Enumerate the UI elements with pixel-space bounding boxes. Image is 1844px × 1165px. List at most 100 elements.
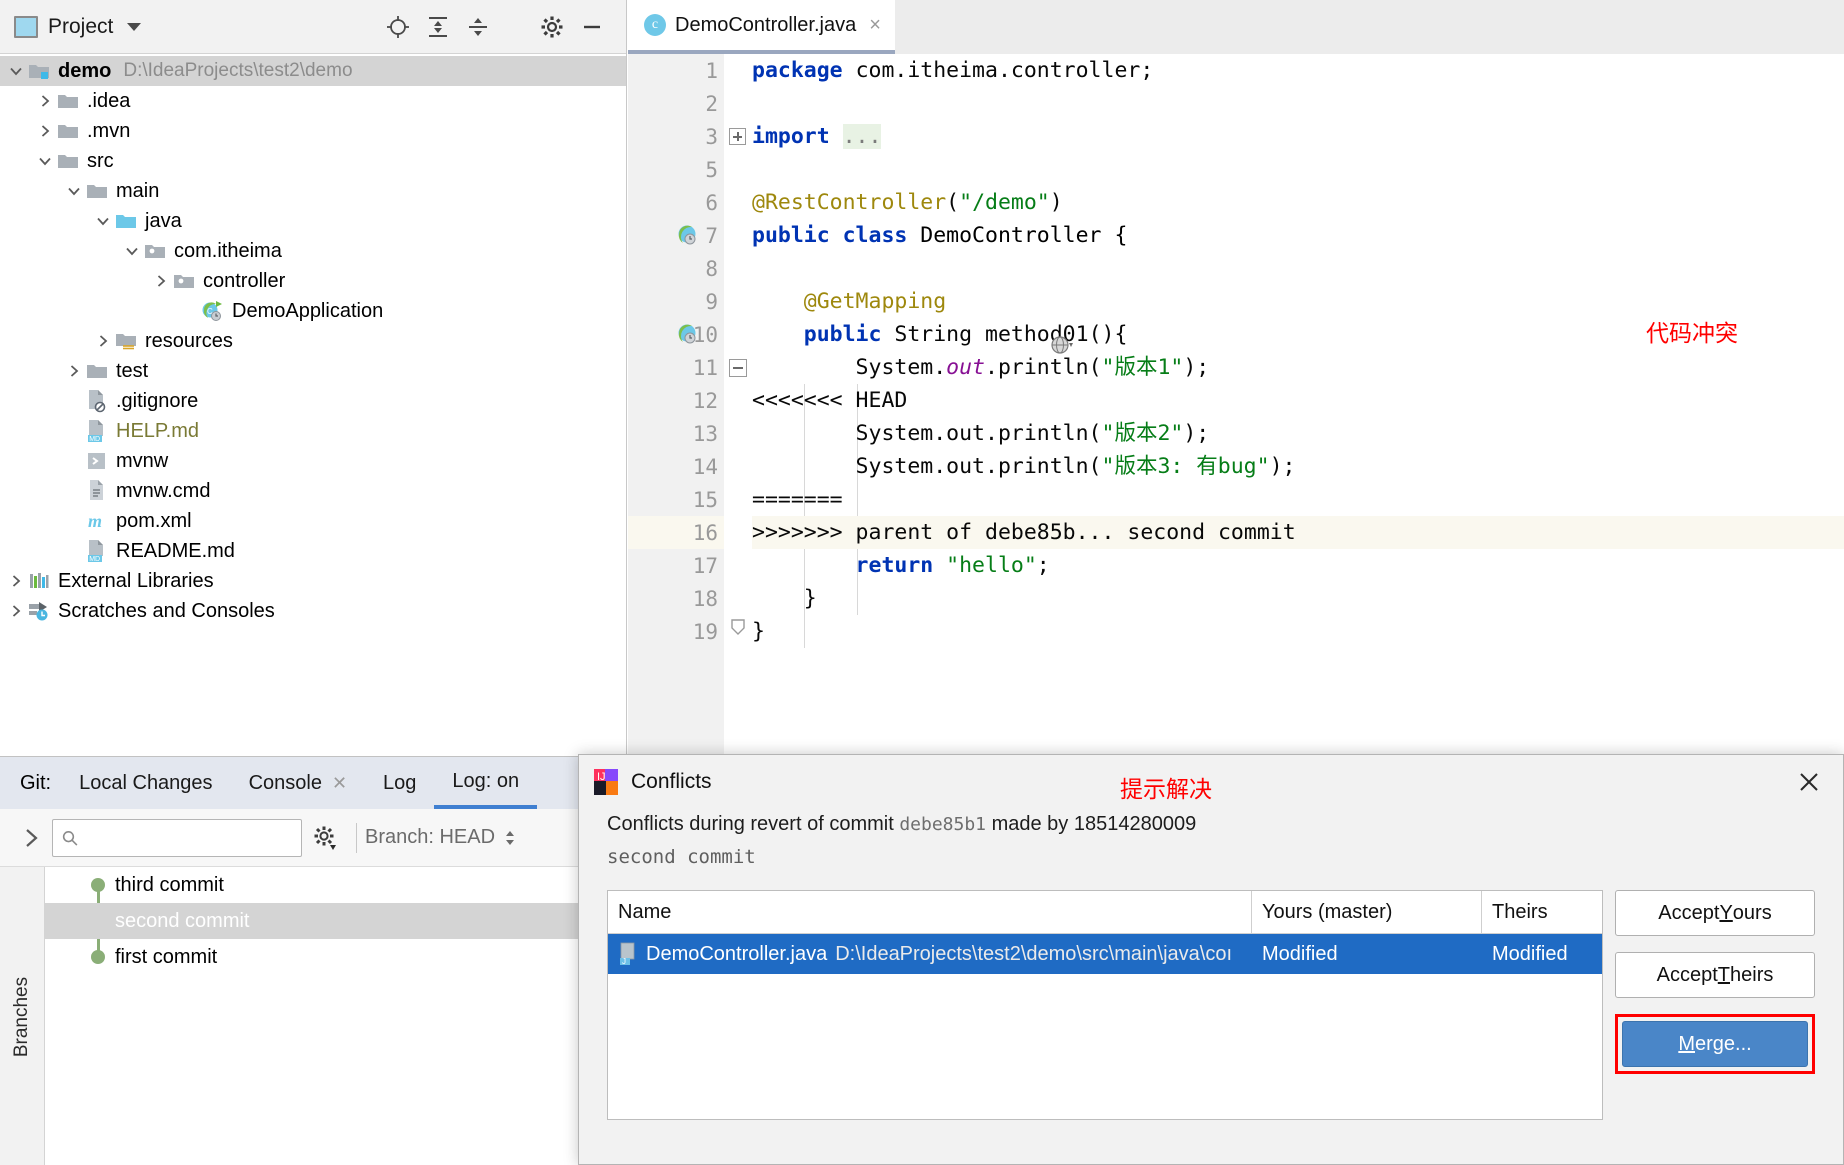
branch-filter-dropdown[interactable]: Branch: HEAD xyxy=(365,826,517,849)
tree-item-controller[interactable]: controller xyxy=(0,266,626,296)
commit-author: 18514280009 xyxy=(1073,813,1197,835)
tree-item-readme-md[interactable]: MD README.md xyxy=(0,536,626,566)
close-icon[interactable]: ✕ xyxy=(332,773,347,794)
tree-item-help-md[interactable]: MD HELP.md xyxy=(0,416,626,446)
close-icon[interactable] xyxy=(1789,762,1829,802)
line-number: 11 xyxy=(692,355,718,380)
tree-item-demo[interactable]: demo D:\IdeaProjects\test2\demo xyxy=(0,56,626,86)
commit-message-label: third commit xyxy=(115,873,224,896)
chevron-down-icon[interactable] xyxy=(6,61,26,81)
git-tab-label: Console xyxy=(248,771,322,794)
minimize-icon[interactable] xyxy=(572,7,612,47)
tree-item-label: com.itheima xyxy=(174,239,282,262)
chevron-down-icon[interactable] xyxy=(64,181,84,201)
accept-theirs-button[interactable]: Accept Theirs xyxy=(1615,952,1815,998)
tree-item-scratches-and-consoles[interactable]: Scratches and Consoles xyxy=(0,596,626,626)
chevron-placeholder xyxy=(64,391,84,411)
fold-collapse-method-icon[interactable] xyxy=(729,359,747,377)
chevron-placeholder xyxy=(180,301,200,321)
project-window-icon xyxy=(14,15,38,38)
button-label-suffix: ours xyxy=(1732,901,1772,924)
tree-item-mvnw-cmd[interactable]: mvnw.cmd xyxy=(0,476,626,506)
package-icon xyxy=(171,271,197,291)
locate-icon[interactable] xyxy=(378,7,418,47)
run-class-marker-icon[interactable] xyxy=(676,223,702,249)
tree-item-external-libraries[interactable]: External Libraries xyxy=(0,566,626,596)
tree-item-src[interactable]: src xyxy=(0,146,626,176)
tree-item-resources[interactable]: resources xyxy=(0,326,626,356)
tree-item-gitignore[interactable]: .gitignore xyxy=(0,386,626,416)
fold-end-brace-icon[interactable] xyxy=(728,616,748,636)
merge-button-highlight: Merge... xyxy=(1615,1014,1815,1074)
line-number-gutter[interactable]: 1 2 3 5 6 7 8 9 10 11 12 13 14 15 16 17 18 19 xyxy=(628,54,724,756)
table-row[interactable]: J DemoController.java D:\IdeaProjects\te… xyxy=(608,934,1602,974)
code-token: import xyxy=(752,124,843,149)
code-token: } xyxy=(752,586,817,611)
project-view-selector[interactable]: Project xyxy=(14,15,142,39)
line-number: 16 xyxy=(628,516,724,549)
chevron-down-icon[interactable] xyxy=(127,22,142,31)
chevron-down-icon[interactable] xyxy=(122,241,142,261)
tree-item-label: demo xyxy=(58,59,112,82)
tree-item-java[interactable]: java xyxy=(0,206,626,236)
chevron-right-icon[interactable] xyxy=(6,601,26,621)
code-token: ); xyxy=(1269,454,1296,479)
search-icon xyxy=(62,830,78,846)
git-log-settings-icon[interactable] xyxy=(302,825,348,851)
code-token: ( xyxy=(946,190,960,215)
git-log-search-box[interactable] xyxy=(52,818,302,857)
fold-expand-import-icon[interactable] xyxy=(729,128,746,145)
expand-all-icon[interactable] xyxy=(418,7,458,47)
chevron-down-icon[interactable] xyxy=(93,211,113,231)
chevron-right-icon[interactable] xyxy=(6,571,26,591)
project-tree[interactable]: demo D:\IdeaProjects\test2\demo .idea .mvn s… xyxy=(0,54,626,626)
chevron-right-icon[interactable] xyxy=(64,361,84,381)
source-code[interactable]: package com.itheima.controller; import ..… xyxy=(752,54,1844,756)
merge-button[interactable]: Merge... xyxy=(1622,1021,1808,1067)
project-path-label: D:\IdeaProjects\test2\demo xyxy=(123,60,353,81)
expand-sidebar-icon[interactable] xyxy=(10,826,52,850)
branches-rail-button[interactable]: Branches xyxy=(0,867,45,1165)
tree-item-pom-xml[interactable]: m pom.xml xyxy=(0,506,626,536)
tree-item-label: .idea xyxy=(87,89,131,112)
svg-text:m: m xyxy=(88,511,102,531)
column-header-theirs: Theirs xyxy=(1492,900,1548,923)
chevron-right-icon[interactable] xyxy=(35,121,55,141)
chevron-right-icon[interactable] xyxy=(151,271,171,291)
code-line: package com.itheima.controller; xyxy=(752,54,1844,87)
run-method-marker-icon[interactable] xyxy=(676,322,702,348)
settings-gear-icon[interactable] xyxy=(532,7,572,47)
code-token: @GetMapping xyxy=(752,289,947,314)
git-tab-label: Log xyxy=(383,771,417,794)
tree-item-test[interactable]: test xyxy=(0,356,626,386)
git-tab-log-on[interactable]: Log: on xyxy=(434,757,538,809)
conflicts-table[interactable]: Name Yours (master) Theirs J DemoControl… xyxy=(607,890,1603,1120)
git-tab-local-changes[interactable]: Local Changes xyxy=(61,757,230,809)
tree-item-mvnw[interactable]: mvnw xyxy=(0,446,626,476)
search-input[interactable] xyxy=(84,826,293,849)
ide-window: Project demo D:\IdeaProjects\test2\demo .i… xyxy=(0,0,1844,1165)
tree-item-com-itheima[interactable]: com.itheima xyxy=(0,236,626,266)
git-tab-console[interactable]: Console ✕ xyxy=(231,757,365,809)
editor-tab-democontroller[interactable]: c DemoController.java × xyxy=(628,0,895,54)
git-tab-log[interactable]: Log xyxy=(365,757,434,809)
code-token: "hello" xyxy=(946,553,1037,578)
line-number: 18 xyxy=(692,586,718,611)
chevron-right-icon[interactable] xyxy=(93,331,113,351)
fold-column[interactable] xyxy=(724,54,752,756)
collapse-all-icon[interactable] xyxy=(458,7,498,47)
line-number: 8 xyxy=(705,256,718,281)
close-icon[interactable]: × xyxy=(869,14,881,37)
tree-item-mvn[interactable]: .mvn xyxy=(0,116,626,146)
tree-item-demoapplication[interactable]: C DemoApplication xyxy=(0,296,626,326)
chevron-down-icon[interactable] xyxy=(35,151,55,171)
web-endpoint-icon[interactable] xyxy=(1049,332,1075,358)
tree-item-label: HELP.md xyxy=(116,419,200,442)
accept-yours-button[interactable]: Accept Yours xyxy=(1615,890,1815,936)
code-line: public class DemoController { xyxy=(752,219,1844,252)
tree-item-idea[interactable]: .idea xyxy=(0,86,626,116)
tree-item-main[interactable]: main xyxy=(0,176,626,206)
line-number: 12 xyxy=(692,388,718,413)
chevron-right-icon[interactable] xyxy=(35,91,55,111)
desc-prefix: Conflicts during revert of commit xyxy=(607,813,900,835)
